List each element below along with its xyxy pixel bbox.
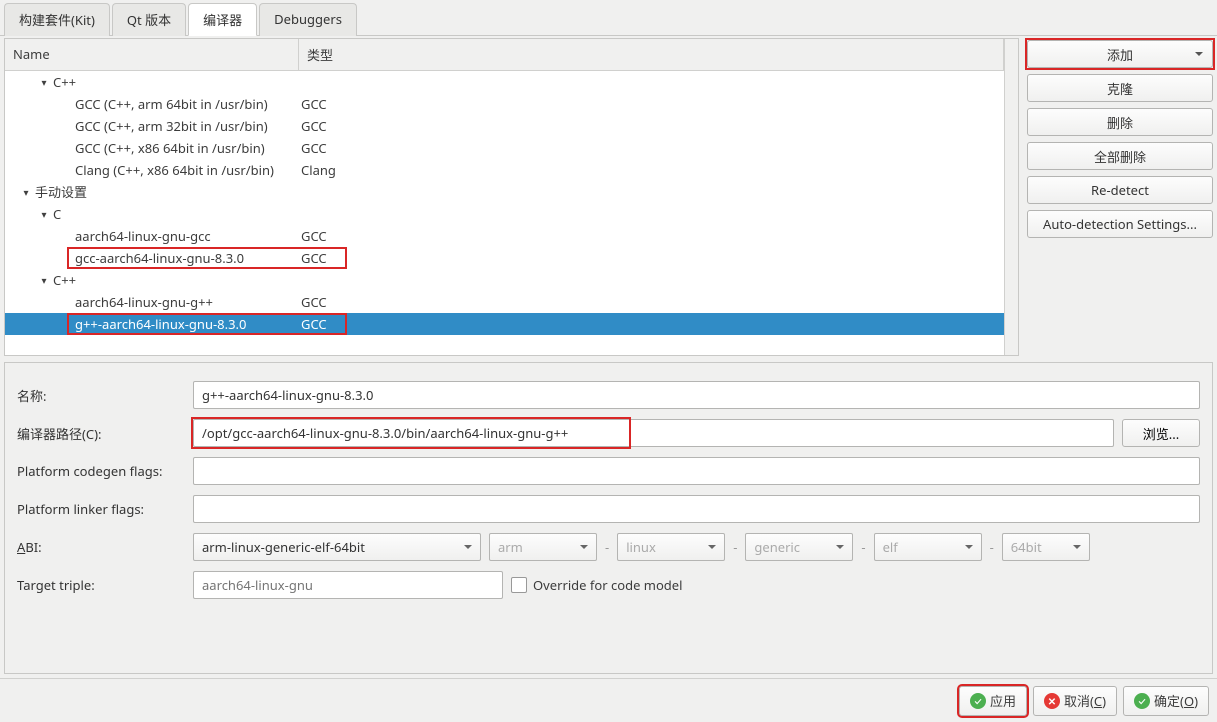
close-icon: ✕ [1044,693,1060,709]
tree-row[interactable]: aarch64-linux-gnu-g++ GCC [5,291,1004,313]
tree-row[interactable]: GCC (C++, arm 64bit in /usr/bin) GCC [5,93,1004,115]
name-label: 名称: [17,386,185,405]
tab-kits[interactable]: 构建套件(Kit) [4,3,110,36]
abi-width-select[interactable]: 64bit [1002,533,1090,561]
chevron-down-icon: ▾ [39,269,49,291]
browse-button[interactable]: 浏览... [1122,419,1200,447]
check-icon: ✓ [1134,693,1150,709]
tree-row-highlighted-c[interactable]: gcc-aarch64-linux-gnu-8.3.0 GCC [5,247,1004,269]
compiler-tree: Name 类型 ▾C++ GCC (C++, arm 64bit in /usr… [4,38,1019,356]
header-type[interactable]: 类型 [299,39,1004,70]
abi-label: ABI: [17,538,185,556]
tree-body: ▾C++ GCC (C++, arm 64bit in /usr/bin) GC… [5,71,1004,335]
ok-button-label: 确定(O) [1154,691,1198,710]
codegen-flags-input[interactable] [193,457,1200,485]
add-button[interactable]: 添加 [1027,40,1213,68]
abi-format-select[interactable]: elf [874,533,982,561]
compiler-path-input[interactable] [193,419,1114,447]
chevron-down-icon: ▾ [39,71,49,93]
delete-all-button[interactable]: 全部删除 [1027,142,1213,170]
name-input[interactable] [193,381,1200,409]
compiler-details-panel: 名称: 编译器路径(C): 浏览... Platform codegen fla… [4,362,1213,674]
tree-group-manual-cxx[interactable]: ▾C++ [5,269,1004,291]
target-triple-label: Target triple: [17,576,185,594]
main-container: Name 类型 ▾C++ GCC (C++, arm 64bit in /usr… [0,36,1217,678]
tree-header: Name 类型 [5,39,1004,71]
autodetect-settings-button[interactable]: Auto-detection Settings... [1027,210,1213,238]
cancel-button-label: 取消(C) [1064,691,1106,710]
codegen-flags-label: Platform codegen flags: [17,462,185,480]
override-checkbox-label: Override for code model [533,576,683,594]
cancel-button[interactable]: ✕ 取消(C) [1033,686,1117,716]
tree-group-manual-c[interactable]: ▾C [5,203,1004,225]
override-checkbox[interactable] [511,577,527,593]
dialog-button-bar: ✓ 应用 ✕ 取消(C) ✓ 确定(O) [0,678,1217,722]
redetect-button[interactable]: Re-detect [1027,176,1213,204]
chevron-down-icon: ▾ [21,181,31,203]
tree-group-cxx[interactable]: ▾C++ [5,71,1004,93]
abi-full-select[interactable]: arm-linux-generic-elf-64bit [193,533,481,561]
chevron-down-icon: ▾ [39,203,49,225]
right-button-column: 添加 克隆 删除 全部删除 Re-detect Auto-detection S… [1027,40,1213,356]
linker-flags-label: Platform linker flags: [17,500,185,518]
tab-bar: 构建套件(Kit) Qt 版本 编译器 Debuggers [0,2,1217,36]
abi-flavor-select[interactable]: generic [745,533,853,561]
tree-row[interactable]: GCC (C++, x86 64bit in /usr/bin) GCC [5,137,1004,159]
tab-compilers[interactable]: 编译器 [188,3,257,36]
abi-os-select[interactable]: linux [617,533,725,561]
abi-arch-select[interactable]: arm [489,533,597,561]
tree-row[interactable]: GCC (C++, arm 32bit in /usr/bin) GCC [5,115,1004,137]
check-icon: ✓ [970,693,986,709]
ok-button[interactable]: ✓ 确定(O) [1123,686,1209,716]
tree-group-manual[interactable]: ▾手动设置 [5,181,1004,203]
tree-scrollbar[interactable] [1004,39,1018,355]
linker-flags-input[interactable] [193,495,1200,523]
tab-debuggers[interactable]: Debuggers [259,3,357,36]
tab-qtversions[interactable]: Qt 版本 [112,3,186,36]
target-triple-input[interactable] [193,571,503,599]
compiler-path-label: 编译器路径(C): [17,424,185,443]
tree-row[interactable]: Clang (C++, x86 64bit in /usr/bin) Clang [5,159,1004,181]
apply-button[interactable]: ✓ 应用 [959,686,1027,716]
delete-button[interactable]: 删除 [1027,108,1213,136]
tree-row[interactable]: aarch64-linux-gnu-gcc GCC [5,225,1004,247]
header-name[interactable]: Name [5,39,299,70]
tree-row-selected[interactable]: g++-aarch64-linux-gnu-8.3.0 GCC [5,313,1004,335]
clone-button[interactable]: 克隆 [1027,74,1213,102]
